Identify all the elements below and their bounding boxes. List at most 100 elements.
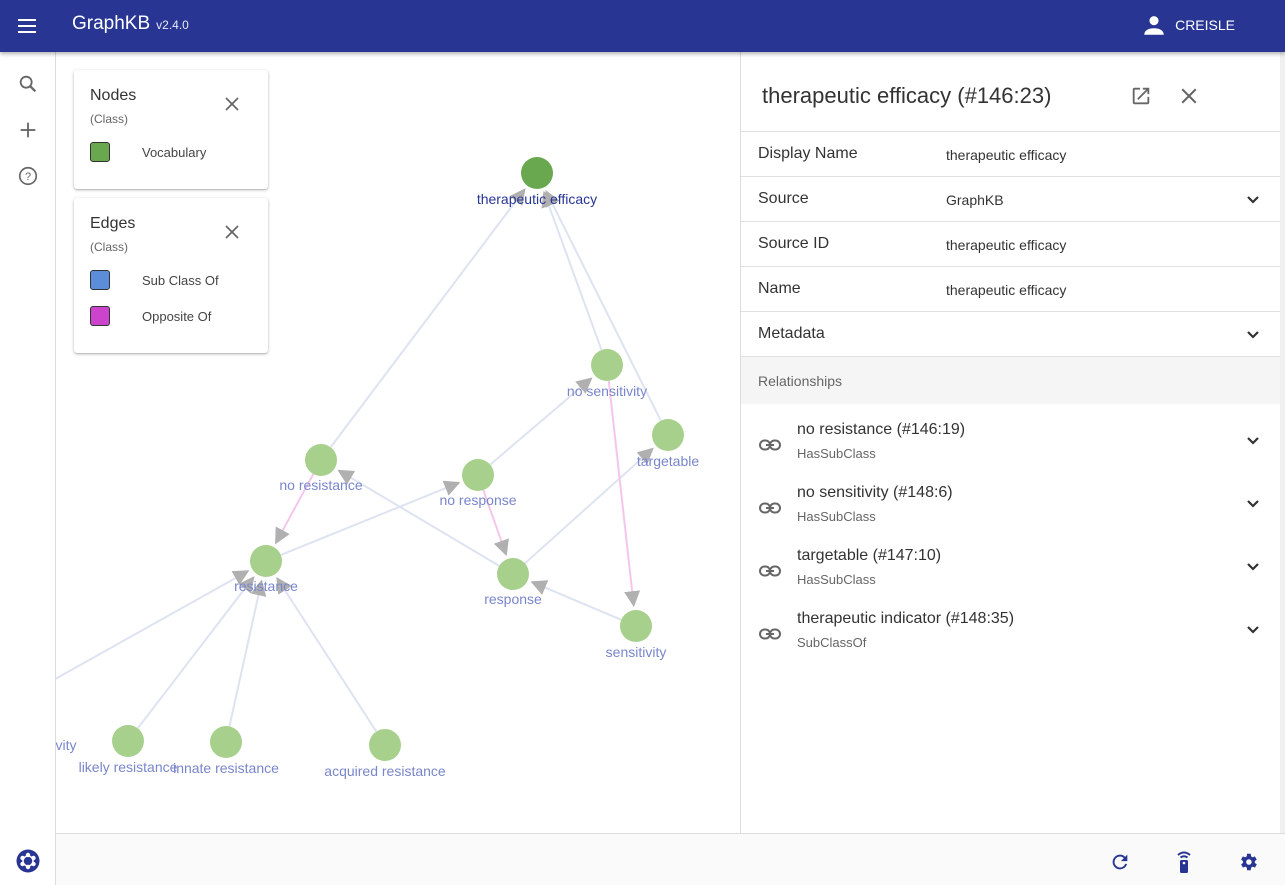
link-icon [758, 622, 782, 646]
chevron-down-icon[interactable] [1241, 492, 1265, 516]
relationship-type: HasSubClass [797, 572, 876, 587]
graph-edge[interactable] [530, 580, 622, 621]
graph-edge[interactable] [280, 480, 461, 556]
graph-node-label: response [484, 591, 542, 607]
open-in-new-icon[interactable] [1129, 84, 1153, 108]
nodes-legend-subtitle: (Class) [90, 112, 128, 126]
link-icon [758, 496, 782, 520]
legend-item-oppositeof: Opposite Of [90, 306, 211, 326]
graph-node-cut[interactable]: vity [56, 737, 77, 753]
graph-node-circle[interactable] [652, 419, 684, 451]
relationship-item[interactable]: no resistance (#146:19) HasSubClass [741, 415, 1281, 473]
graph-node-circle[interactable] [305, 444, 337, 476]
graph-edge[interactable] [329, 188, 526, 448]
property-row-display-name: Display Name therapeutic efficacy [741, 131, 1281, 176]
chevron-down-icon[interactable] [1241, 188, 1265, 212]
property-label: Metadata [758, 325, 825, 342]
graph-node-ns[interactable]: no sensitivity [567, 349, 647, 399]
relationship-name: targetable (#147:10) [797, 547, 942, 564]
graph-node-circle[interactable] [112, 725, 144, 757]
relationship-item[interactable]: no sensitivity (#148:6) HasSubClass [741, 478, 1281, 536]
graph-node-circle[interactable] [210, 726, 242, 758]
legend-swatch [90, 270, 110, 290]
graph-edge[interactable] [541, 190, 603, 351]
graphkb-logo-icon[interactable] [14, 847, 42, 875]
relationship-type: SubClassOf [797, 635, 867, 650]
graph-node-circle[interactable] [462, 459, 494, 491]
app-name: GraphKB [72, 13, 151, 34]
footer-bar [56, 833, 1285, 885]
relationship-item[interactable]: targetable (#147:10) HasSubClass [741, 541, 1281, 599]
graph-node-lr[interactable]: likely resistance [79, 725, 178, 775]
graph-node-circle[interactable] [497, 558, 529, 590]
app-bar: GraphKB v2.4.0 CREISLE [0, 0, 1285, 52]
remote-icon[interactable] [1172, 850, 1196, 874]
graph-node-circle[interactable] [250, 545, 282, 577]
graph-edge[interactable] [276, 576, 378, 733]
person-icon [1144, 16, 1164, 35]
property-label: Source [758, 190, 809, 207]
relationships-header: Relationships [741, 356, 1281, 404]
settings-icon[interactable] [1236, 850, 1260, 874]
graph-node-ar[interactable]: acquired resistance [324, 729, 446, 779]
graph-node-label: vity [56, 737, 77, 753]
relationship-type: HasSubClass [797, 446, 876, 461]
detail-title: therapeutic efficacy (#146:23) [762, 83, 1052, 108]
chevron-down-icon[interactable] [1241, 618, 1265, 642]
edges-legend-title: Edges [90, 215, 136, 232]
add-icon[interactable] [14, 116, 42, 144]
legend-swatch [90, 306, 110, 326]
graph-node-circle[interactable] [620, 610, 652, 642]
relationship-name: no sensitivity (#148:6) [797, 484, 953, 501]
help-icon[interactable]: ? [14, 162, 42, 190]
nodes-legend: Nodes (Class) Vocabulary [74, 70, 268, 189]
graph-edge[interactable] [56, 570, 250, 692]
graph-node-circle[interactable] [591, 349, 623, 381]
menu-icon[interactable] [10, 8, 46, 44]
close-icon[interactable] [1177, 84, 1201, 108]
legend-item-vocabulary: Vocabulary [90, 142, 206, 162]
app-title[interactable]: GraphKB v2.4.0 [72, 13, 189, 35]
property-row-name: Name therapeutic efficacy [741, 266, 1281, 311]
refresh-icon[interactable] [1108, 850, 1132, 874]
close-icon[interactable] [222, 222, 242, 242]
property-row-source[interactable]: Source GraphKB [741, 176, 1281, 221]
graph-node-circle[interactable] [521, 157, 553, 189]
chevron-down-icon[interactable] [1241, 323, 1265, 347]
graph-node-nrsp[interactable]: no response [439, 459, 517, 508]
svg-text:?: ? [25, 171, 31, 183]
property-value: therapeutic efficacy [946, 282, 1067, 298]
chevron-down-icon[interactable] [1241, 429, 1265, 453]
graph-node-label: no response [439, 492, 516, 508]
edges-legend: Edges (Class) Sub Class Of Opposite Of [74, 198, 268, 353]
app-version: v2.4.0 [156, 18, 189, 32]
graph-node-nres[interactable]: no resistance [279, 444, 363, 493]
property-value: GraphKB [946, 192, 1004, 208]
graph-node-label: likely resistance [79, 759, 178, 775]
detail-panel: therapeutic efficacy (#146:23) Display N… [740, 52, 1281, 833]
relationship-item[interactable]: therapeutic indicator (#148:35) SubClass… [741, 604, 1281, 662]
user-name: CREISLE [1175, 17, 1235, 33]
legend-swatch [90, 142, 110, 162]
graph-node-label: targetable [637, 453, 699, 469]
close-icon[interactable] [222, 94, 242, 114]
graph-edge[interactable] [607, 380, 641, 608]
legend-item-subclassof: Sub Class Of [90, 270, 219, 290]
graph-node-circle[interactable] [369, 729, 401, 761]
search-icon[interactable] [14, 70, 42, 98]
graph-node-label: resistance [234, 578, 298, 594]
scrollbar[interactable] [1280, 52, 1285, 833]
chevron-down-icon[interactable] [1241, 555, 1265, 579]
user-menu-button[interactable]: CREISLE [1141, 10, 1235, 40]
graph-edge[interactable] [524, 447, 654, 565]
property-row-metadata[interactable]: Metadata [741, 311, 1281, 356]
graph-node-label: therapeutic efficacy [477, 191, 597, 207]
property-label: Source ID [758, 235, 830, 252]
graph-node-te[interactable]: therapeutic efficacy [477, 157, 597, 207]
relationship-type: HasSubClass [797, 509, 876, 524]
graph-node-tg[interactable]: targetable [637, 419, 699, 469]
property-value: therapeutic efficacy [946, 237, 1067, 253]
graph-node-ir[interactable]: innate resistance [173, 726, 279, 776]
property-label: Display Name [758, 145, 858, 162]
sidebar: ? [0, 52, 56, 885]
